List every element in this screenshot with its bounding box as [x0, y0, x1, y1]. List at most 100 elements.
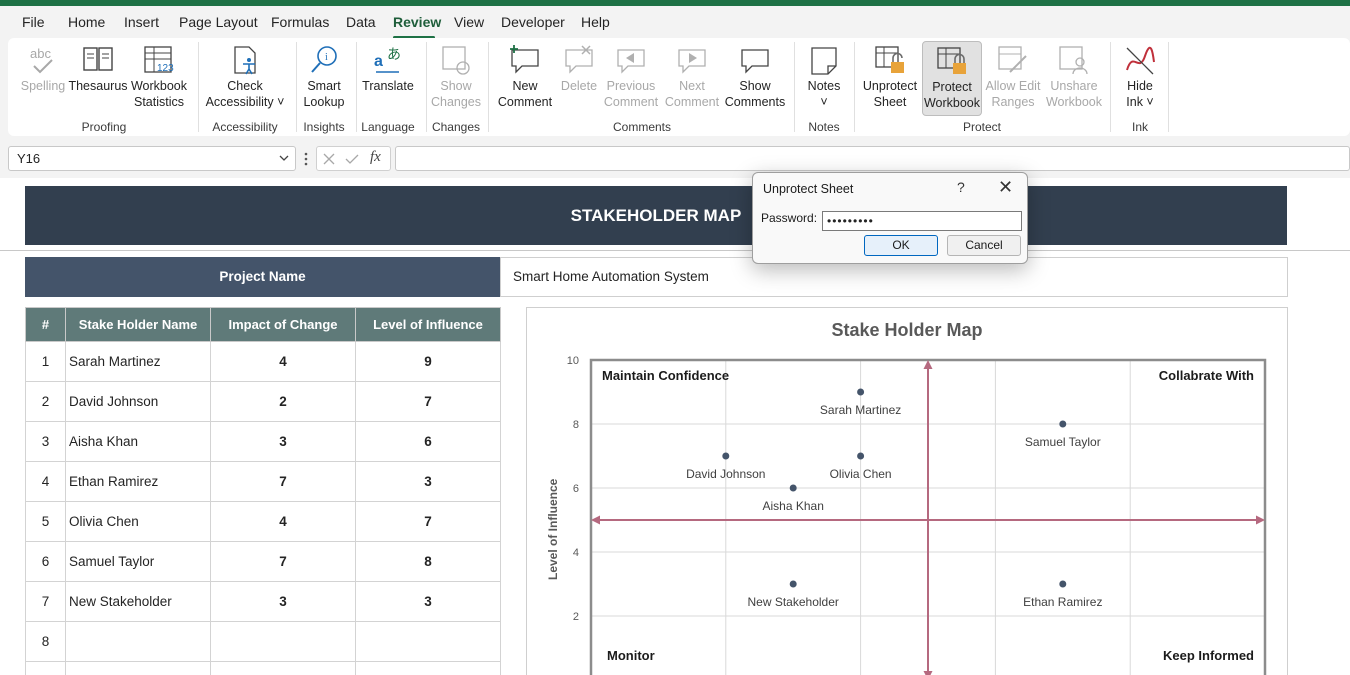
check-accessibility-label-1: Check	[227, 79, 263, 93]
more-options-icon[interactable]	[304, 152, 308, 166]
insert-function-button[interactable]: fx	[370, 149, 381, 166]
accessibility-icon	[234, 46, 256, 75]
tab-file[interactable]: File	[22, 14, 45, 30]
chevron-down-icon[interactable]	[279, 155, 289, 162]
cell-number[interactable]: 2	[25, 381, 66, 422]
unprotect-sheet-button[interactable]: Unprotect Sheet	[860, 44, 920, 110]
group-separator	[356, 42, 357, 132]
svg-text:123: 123	[157, 63, 174, 74]
cell-impact[interactable]: 3	[210, 581, 356, 622]
close-icon[interactable]: ✕	[998, 177, 1013, 198]
unshare-workbook-button[interactable]: Unshare Workbook	[1044, 44, 1104, 110]
cell-influence[interactable]	[355, 661, 501, 675]
cell-name[interactable]	[65, 621, 211, 662]
cell-impact[interactable]: 7	[210, 461, 356, 502]
tab-home[interactable]: Home	[68, 14, 105, 30]
cell-number[interactable]: 6	[25, 541, 66, 582]
quadrant-label-top-right: Collabrate With	[1159, 368, 1254, 383]
cell-impact[interactable]: 3	[210, 421, 356, 462]
password-field[interactable]: •••••••••	[822, 211, 1022, 231]
help-icon[interactable]: ?	[957, 179, 965, 195]
table-row	[25, 661, 501, 675]
show-comments-label-1: Show	[739, 79, 771, 93]
spelling-button[interactable]: abc Spelling	[18, 44, 68, 94]
notes-button[interactable]: Notes ˅	[800, 44, 848, 110]
quadrant-label-top-left: Maintain Confidence	[602, 368, 729, 383]
cell-name[interactable]: David Johnson	[65, 381, 211, 422]
cell-name[interactable]: New Stakeholder	[65, 581, 211, 622]
formula-input[interactable]	[395, 146, 1350, 171]
delete-comment-button[interactable]: Delete	[558, 44, 600, 94]
arrow-right-icon	[1256, 515, 1265, 525]
cell-impact[interactable]: 4	[210, 501, 356, 542]
check-accessibility-button[interactable]: Check Accessibility ˅	[204, 44, 286, 110]
next-comment-button[interactable]: Next Comment	[664, 44, 720, 110]
cell-impact[interactable]: 2	[210, 381, 356, 422]
cell-influence[interactable]: 6	[355, 421, 501, 462]
tab-page-layout[interactable]: Page Layout	[179, 14, 258, 30]
cell-number[interactable]: 8	[25, 621, 66, 662]
cell-impact[interactable]	[210, 661, 356, 675]
cell-influence[interactable]: 7	[355, 501, 501, 542]
tab-help[interactable]: Help	[581, 14, 610, 30]
data-label: Ethan Ramirez	[1023, 595, 1102, 609]
cell-impact[interactable]	[210, 621, 356, 662]
cell-impact[interactable]: 7	[210, 541, 356, 582]
cell-influence[interactable]: 7	[355, 381, 501, 422]
cell-number[interactable]: 1	[25, 341, 66, 382]
cancel-button[interactable]: Cancel	[947, 235, 1021, 256]
cell-name[interactable]: Olivia Chen	[65, 501, 211, 542]
cell-name[interactable]: Ethan Ramirez	[65, 461, 211, 502]
smart-lookup-button[interactable]: i Smart Lookup	[300, 44, 348, 110]
name-box[interactable]: Y16	[8, 146, 296, 171]
previous-comment-button[interactable]: Previous Comment	[602, 44, 660, 110]
cell-name[interactable]: Sarah Martinez	[65, 341, 211, 382]
cell-number[interactable]: 4	[25, 461, 66, 502]
workbook-statistics-button[interactable]: 123 Workbook Statistics	[128, 44, 190, 110]
show-changes-button[interactable]: Show Changes	[430, 44, 482, 110]
cell-name[interactable]	[65, 661, 211, 675]
translate-button[interactable]: aあ Translate	[360, 44, 416, 94]
formula-controls: fx	[316, 146, 391, 171]
unshare-workbook-icon	[1059, 46, 1088, 75]
cell-influence[interactable]: 9	[355, 341, 501, 382]
data-label: New Stakeholder	[748, 595, 839, 609]
thesaurus-label: Thesaurus	[68, 79, 128, 93]
cell-number[interactable]: 7	[25, 581, 66, 622]
tab-review[interactable]: Review	[393, 14, 441, 30]
worksheet[interactable]: STAKEHOLDER MAP Project Name Smart Home …	[0, 178, 1350, 675]
formula-bar: Y16 fx	[0, 142, 1350, 174]
tab-view[interactable]: View	[454, 14, 484, 30]
tab-formulas[interactable]: Formulas	[271, 14, 329, 30]
allow-edit-ranges-button[interactable]: Allow Edit Ranges	[982, 44, 1044, 110]
cell-number[interactable]: 5	[25, 501, 66, 542]
next-comment-label-2: Comment	[664, 95, 720, 109]
show-comments-button[interactable]: Show Comments	[722, 44, 788, 110]
cell-impact[interactable]: 4	[210, 341, 356, 382]
cell-number[interactable]: 3	[25, 421, 66, 462]
unshare-workbook-label-1: Unshare	[1050, 79, 1098, 93]
tab-data[interactable]: Data	[346, 14, 376, 30]
thesaurus-button[interactable]: Thesaurus	[68, 44, 128, 94]
cell-name[interactable]: Aisha Khan	[65, 421, 211, 462]
column-header-name: Stake Holder Name	[65, 307, 211, 342]
stakeholder-chart[interactable]: Stake Holder Map 1086420Level of Influen…	[526, 307, 1288, 675]
new-comment-button[interactable]: New Comment	[496, 44, 554, 110]
group-separator	[1110, 42, 1111, 132]
cell-influence[interactable]: 3	[355, 461, 501, 502]
ok-button[interactable]: OK	[864, 235, 938, 256]
hide-ink-label-2: Ink ˅	[1126, 95, 1154, 109]
group-separator	[854, 42, 855, 132]
protect-workbook-button[interactable]: Protect Workbook	[922, 41, 982, 116]
cancel-icon[interactable]	[323, 153, 335, 165]
enter-icon[interactable]	[345, 153, 359, 165]
workbook-statistics-label-2: Statistics	[133, 95, 184, 109]
cell-influence[interactable]: 3	[355, 581, 501, 622]
cell-number[interactable]	[25, 661, 66, 675]
tab-developer[interactable]: Developer	[501, 14, 565, 30]
cell-name[interactable]: Samuel Taylor	[65, 541, 211, 582]
tab-insert[interactable]: Insert	[124, 14, 159, 30]
hide-ink-button[interactable]: Hide Ink ˅	[1118, 44, 1162, 110]
cell-influence[interactable]	[355, 621, 501, 662]
cell-influence[interactable]: 8	[355, 541, 501, 582]
